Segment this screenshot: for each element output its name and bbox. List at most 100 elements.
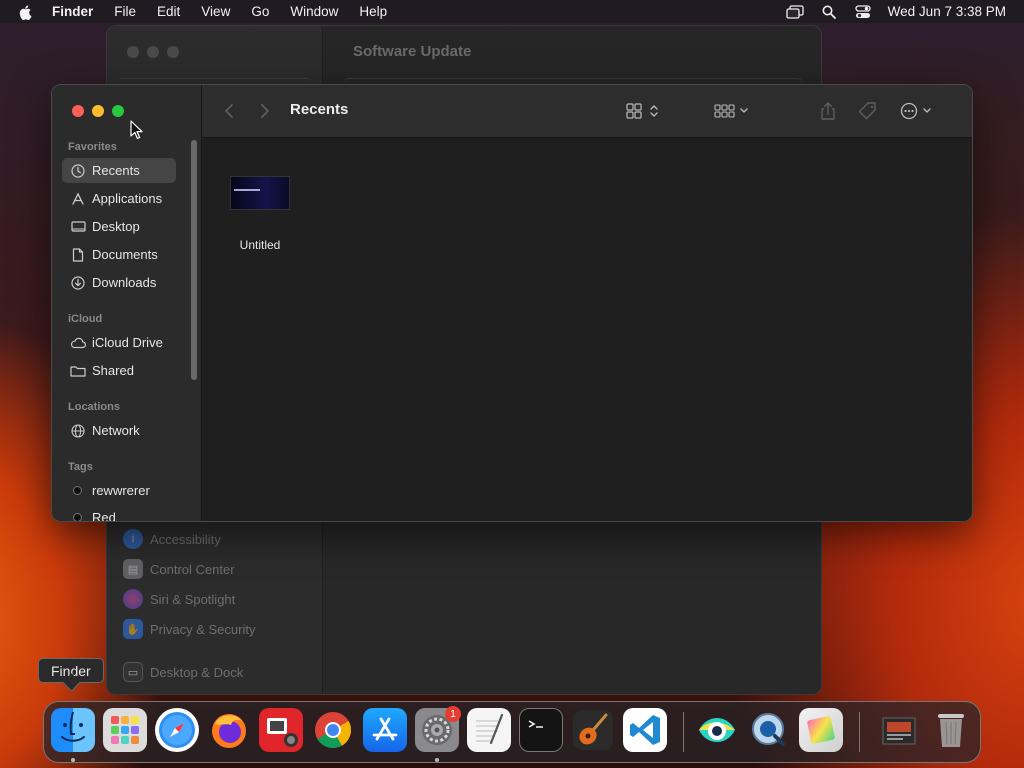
dock-garageband[interactable] (571, 708, 615, 752)
textedit-icon (476, 713, 504, 745)
notification-badge: 1 (445, 706, 461, 722)
traffic-lights (72, 105, 124, 117)
screen-mirroring-icon[interactable] (786, 4, 804, 20)
running-indicator (435, 758, 439, 762)
control-center-icon: ▤ (123, 559, 143, 579)
minimize-button[interactable] (92, 105, 104, 117)
sidebar-item-label: Recents (92, 163, 140, 178)
dock-safari[interactable] (155, 708, 199, 752)
finder-sidebar: Favorites Recents Applications Desktop D… (52, 85, 202, 521)
dock-firefox[interactable] (207, 708, 251, 752)
trash-icon (938, 714, 964, 747)
download-icon (70, 275, 86, 291)
menu-edit[interactable]: Edit (157, 4, 180, 19)
settings-traffic-lights (127, 46, 179, 58)
sidebar-item-label: Shared (92, 363, 134, 378)
dock-terminal[interactable] (519, 708, 563, 752)
shared-folder-icon (70, 363, 86, 379)
dock-recent-document[interactable] (877, 708, 921, 752)
share-button[interactable] (820, 101, 836, 121)
spotlight-search-icon[interactable] (820, 4, 838, 20)
tag-button[interactable] (858, 101, 878, 121)
settings-title: Software Update (353, 43, 472, 60)
dock-app-store[interactable] (363, 708, 407, 752)
file-name: Untitled (239, 238, 281, 252)
dock-photo-booth[interactable] (259, 708, 303, 752)
finder-toolbar: Recents (202, 85, 972, 138)
sidebar-item-network[interactable]: Network (62, 418, 176, 443)
close-button[interactable] (72, 105, 84, 117)
view-mode-button[interactable] (626, 101, 662, 121)
menu-help[interactable]: Help (359, 4, 387, 19)
apple-icon[interactable] (18, 4, 34, 20)
safari-icon (159, 712, 195, 748)
tag-color-dot (73, 513, 82, 521)
sidebar-item-label: Applications (92, 191, 163, 206)
sidebar-item-downloads[interactable]: Downloads (62, 270, 176, 295)
forward-button[interactable] (260, 101, 270, 121)
sidebar-item-tag-red[interactable]: Red (62, 505, 176, 522)
document-icon (70, 247, 86, 263)
launchpad-icon (111, 716, 139, 744)
dock-vscode[interactable] (623, 708, 667, 752)
sidebar-item-icloud-drive[interactable]: iCloud Drive (62, 330, 176, 355)
mouse-cursor-icon (130, 120, 143, 139)
sidebar-item-label: iCloud Drive (92, 335, 163, 350)
dock-quicktime[interactable] (747, 708, 791, 752)
settings-item-control-center[interactable]: ▤ Control Center (123, 559, 235, 579)
settings-item-accessibility[interactable]: i Accessibility (123, 529, 221, 549)
hand-icon: ✋ (123, 619, 143, 639)
dock-finder[interactable] (51, 708, 95, 752)
settings-item-privacy[interactable]: ✋ Privacy & Security (123, 619, 255, 639)
zoom-button[interactable] (112, 105, 124, 117)
siri-icon (123, 589, 143, 609)
settings-item-desktop-dock[interactable]: ▭ Desktop & Dock (123, 662, 243, 682)
menu-file[interactable]: File (114, 4, 136, 19)
accessibility-icon: i (123, 529, 143, 549)
group-grid-icon (714, 104, 748, 118)
chevron-left-icon (225, 104, 233, 118)
terminal-icon (528, 720, 543, 728)
eye-icon (699, 718, 735, 742)
menu-view[interactable]: View (201, 4, 230, 19)
sidebar-item-recents[interactable]: Recents (62, 158, 176, 183)
quicktime-icon (752, 713, 785, 746)
menu-window[interactable]: Window (290, 4, 338, 19)
menu-app-name[interactable]: Finder (52, 4, 93, 19)
sidebar-header-favorites: Favorites (68, 141, 117, 153)
dock-textedit[interactable] (467, 708, 511, 752)
file-item[interactable]: Untitled (230, 176, 290, 252)
menu-clock[interactable]: Wed Jun 7 3:38 PM (888, 4, 1006, 19)
settings-item-label: Privacy & Security (150, 621, 256, 637)
more-actions-button[interactable] (900, 101, 936, 121)
firefox-icon (212, 714, 246, 748)
clock-icon (70, 163, 86, 179)
sidebar-item-applications[interactable]: Applications (62, 186, 176, 211)
sidebar-item-desktop[interactable]: Desktop (62, 214, 176, 239)
file-list-area[interactable]: Untitled (202, 138, 972, 521)
sidebar-item-label: Red (92, 510, 116, 522)
dock-chrome[interactable] (311, 708, 355, 752)
preview-icon (807, 716, 835, 744)
sidebar-header-locations: Locations (68, 401, 120, 413)
group-by-button[interactable] (714, 101, 750, 121)
dock-screen-recorder[interactable] (695, 708, 739, 752)
sidebar-scrollbar[interactable] (191, 140, 197, 380)
sidebar-item-shared[interactable]: Shared (62, 358, 176, 383)
settings-item-siri[interactable]: Siri & Spotlight (123, 589, 235, 609)
back-button[interactable] (224, 101, 234, 121)
settings-item-label: Control Center (150, 561, 235, 577)
dock-launchpad[interactable] (103, 708, 147, 752)
control-center-icon[interactable] (854, 4, 872, 20)
sidebar-item-documents[interactable]: Documents (62, 242, 176, 267)
sidebar-item-tag-rewwrerer[interactable]: rewwrerer (62, 478, 176, 503)
dock-tooltip: Finder (38, 658, 104, 683)
ellipsis-circle-icon (900, 102, 931, 120)
dock-preview[interactable] (799, 708, 843, 752)
running-indicator (71, 758, 75, 762)
settings-item-label: Siri & Spotlight (150, 591, 236, 607)
menu-go[interactable]: Go (251, 4, 269, 19)
grid-icon (626, 103, 658, 119)
dock-trash[interactable] (929, 708, 973, 752)
applications-icon (70, 191, 86, 207)
